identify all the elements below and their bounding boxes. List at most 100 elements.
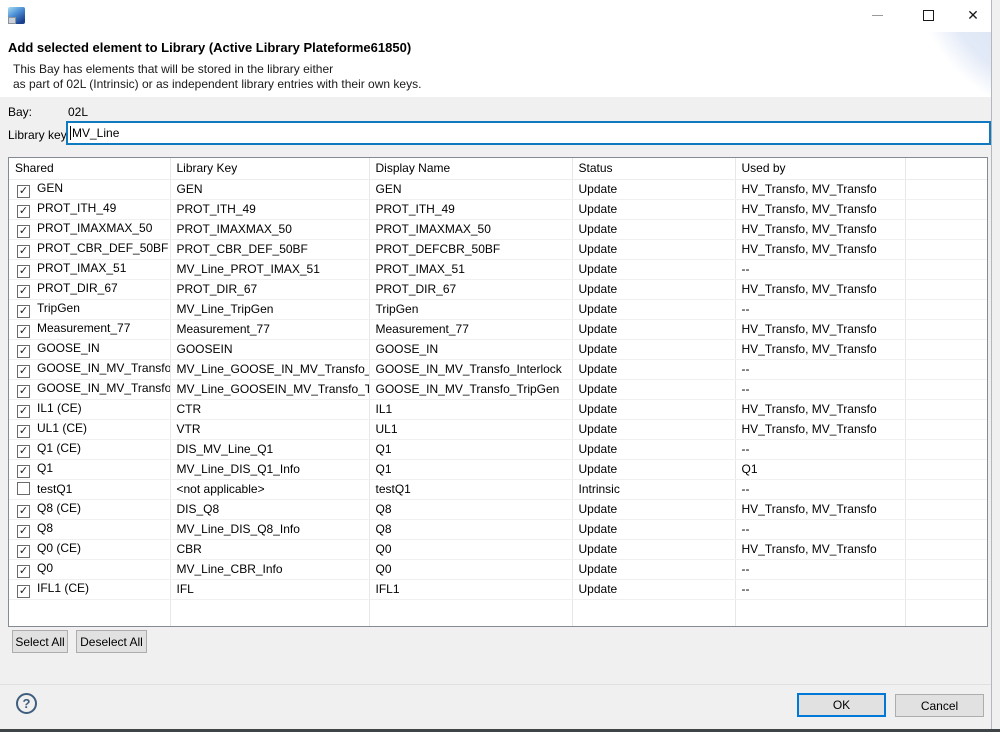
row-checkbox-checked[interactable]: ✓ — [17, 325, 30, 338]
table-row[interactable]: ✓GOOSE_IN_MV_Transfo...MV_Line_GOOSE_IN_… — [9, 359, 987, 379]
display-name-cell: IFL1 — [369, 579, 572, 599]
shared-cell: ✓ PROT_IMAX_51 — [9, 259, 170, 279]
table-row[interactable]: ✓IL1 (CE)CTRIL1UpdateHV_Transfo, MV_Tran… — [9, 399, 987, 419]
row-checkbox-checked[interactable]: ✓ — [17, 565, 30, 578]
row-checkbox-checked[interactable]: ✓ — [17, 265, 30, 278]
row-checkbox-checked[interactable]: ✓ — [17, 305, 30, 318]
row-checkbox-checked[interactable]: ✓ — [17, 225, 30, 238]
shared-label: PROT_CBR_DEF_50BF — [37, 241, 168, 255]
library-key-cell: DIS_MV_Line_Q1 — [170, 439, 369, 459]
row-checkbox-checked[interactable]: ✓ — [17, 185, 30, 198]
row-checkbox-checked[interactable]: ✓ — [17, 425, 30, 438]
row-checkbox-checked[interactable]: ✓ — [17, 505, 30, 518]
shared-label: PROT_IMAX_51 — [37, 261, 126, 275]
table-row[interactable]: ✓GOOSE_INGOOSEINGOOSE_INUpdateHV_Transfo… — [9, 339, 987, 359]
table-row[interactable]: testQ1<not applicable>testQ1Intrinsic-- — [9, 479, 987, 499]
shared-label: GOOSE_IN — [37, 341, 100, 355]
status-cell: Update — [572, 459, 735, 479]
empty-cell — [905, 359, 987, 379]
library-key-cell: CBR — [170, 539, 369, 559]
row-checkbox-checked[interactable]: ✓ — [17, 285, 30, 298]
row-checkbox-checked[interactable]: ✓ — [17, 465, 30, 478]
display-name-cell: UL1 — [369, 419, 572, 439]
ok-button[interactable]: OK — [797, 693, 886, 717]
table-row[interactable]: ✓PROT_IMAX_51MV_Line_PROT_IMAX_51PROT_IM… — [9, 259, 987, 279]
empty-cell — [905, 559, 987, 579]
row-checkbox-checked[interactable]: ✓ — [17, 385, 30, 398]
row-checkbox-checked[interactable]: ✓ — [17, 585, 30, 598]
row-checkbox-checked[interactable]: ✓ — [17, 345, 30, 358]
table-row[interactable]: ✓UL1 (CE)VTRUL1UpdateHV_Transfo, MV_Tran… — [9, 419, 987, 439]
shared-cell: ✓PROT_IMAXMAX_50 — [9, 219, 170, 239]
shared-cell: ✓PROT_ITH_49 — [9, 199, 170, 219]
table-row[interactable]: ✓Q8MV_Line_DIS_Q8_InfoQ8Update-- — [9, 519, 987, 539]
table-row[interactable]: ✓PROT_IMAXMAX_50PROT_IMAXMAX_50PROT_IMAX… — [9, 219, 987, 239]
row-checkbox-checked[interactable]: ✓ — [17, 205, 30, 218]
table-row[interactable]: ✓GENGENGENUpdateHV_Transfo, MV_Transfo — [9, 179, 987, 199]
row-checkbox-unchecked[interactable] — [17, 482, 30, 495]
library-key-cell: MV_Line_GOOSE_IN_MV_Transfo_... — [170, 359, 369, 379]
library-key-input[interactable]: MV_Line — [66, 121, 991, 145]
library-key-cell: MV_Line_CBR_Info — [170, 559, 369, 579]
col-header-empty — [905, 158, 987, 179]
empty-cell — [905, 259, 987, 279]
display-name-cell: PROT_DEFCBR_50BF — [369, 239, 572, 259]
select-all-button[interactable]: Select All — [12, 630, 68, 653]
row-checkbox-checked[interactable]: ✓ — [17, 545, 30, 558]
library-key-cell: GEN — [170, 179, 369, 199]
row-checkbox-checked[interactable]: ✓ — [17, 245, 30, 258]
shared-label: Measurement_77 — [37, 321, 130, 335]
used-by-cell: -- — [735, 559, 905, 579]
table-row[interactable]: ✓Measurement_77Measurement_77Measurement… — [9, 319, 987, 339]
table-row[interactable]: ✓Q8 (CE)DIS_Q8Q8UpdateHV_Transfo, MV_Tra… — [9, 499, 987, 519]
row-checkbox-checked[interactable]: ✓ — [17, 525, 30, 538]
col-header-shared[interactable]: Shared — [9, 158, 170, 179]
shared-cell: ✓Q1 (CE) — [9, 439, 170, 459]
table-row[interactable]: ✓Q0MV_Line_CBR_InfoQ0Update-- — [9, 559, 987, 579]
empty-cell — [905, 219, 987, 239]
status-cell: Update — [572, 259, 735, 279]
table-row[interactable]: ✓GOOSE_IN_MV_Transfo...MV_Line_GOOSEIN_M… — [9, 379, 987, 399]
empty-cell — [905, 539, 987, 559]
row-checkbox-checked[interactable]: ✓ — [17, 445, 30, 458]
shared-cell: ✓GOOSE_IN_MV_Transfo... — [9, 379, 170, 399]
table-row[interactable]: ✓PROT_ITH_49PROT_ITH_49PROT_ITH_49Update… — [9, 199, 987, 219]
col-header-library-key[interactable]: Library Key — [170, 158, 369, 179]
table-row[interactable]: ✓TripGenMV_Line_TripGenTripGenUpdate-- — [9, 299, 987, 319]
minimize-button[interactable] — [860, 0, 894, 30]
library-key-label: Library key: — [8, 128, 70, 142]
table-row[interactable]: ✓Q1 (CE)DIS_MV_Line_Q1Q1Update-- — [9, 439, 987, 459]
table-row[interactable]: ✓Q0 (CE)CBRQ0UpdateHV_Transfo, MV_Transf… — [9, 539, 987, 559]
close-button[interactable]: ✕ — [956, 0, 990, 30]
shared-cell: ✓ PROT_CBR_DEF_50BF — [9, 239, 170, 259]
maximize-button[interactable] — [911, 0, 945, 30]
table-header-row: Shared Library Key Display Name Status U… — [9, 158, 987, 179]
row-checkbox-checked[interactable]: ✓ — [17, 365, 30, 378]
row-checkbox-checked[interactable]: ✓ — [17, 405, 30, 418]
library-key-cell: GOOSEIN — [170, 339, 369, 359]
display-name-cell: TripGen — [369, 299, 572, 319]
status-cell: Update — [572, 499, 735, 519]
empty-cell — [170, 599, 369, 626]
display-name-cell: PROT_IMAXMAX_50 — [369, 219, 572, 239]
status-cell: Update — [572, 239, 735, 259]
help-button[interactable]: ? — [16, 693, 37, 714]
table-row[interactable]: ✓IFL1 (CE)IFLIFL1Update-- — [9, 579, 987, 599]
table-row[interactable]: ✓Q1MV_Line_DIS_Q1_InfoQ1UpdateQ1 — [9, 459, 987, 479]
window-right-edge — [991, 0, 1000, 732]
cancel-button[interactable]: Cancel — [895, 694, 984, 717]
empty-cell — [905, 599, 987, 626]
status-cell: Update — [572, 219, 735, 239]
display-name-cell: GEN — [369, 179, 572, 199]
table-row[interactable]: ✓ PROT_CBR_DEF_50BFPROT_CBR_DEF_50BF PROT_… — [9, 239, 987, 259]
empty-cell — [905, 399, 987, 419]
deselect-all-button[interactable]: Deselect All — [76, 630, 147, 653]
shared-label: GEN — [37, 181, 63, 195]
col-header-status[interactable]: Status — [572, 158, 735, 179]
display-name-cell: GOOSE_IN_MV_Transfo_TripGen — [369, 379, 572, 399]
used-by-cell: HV_Transfo, MV_Transfo — [735, 319, 905, 339]
empty-cell — [905, 339, 987, 359]
col-header-display-name[interactable]: Display Name — [369, 158, 572, 179]
table-row[interactable]: ✓PROT_DIR_67PROT_DIR_67PROT_DIR_67Update… — [9, 279, 987, 299]
col-header-used-by[interactable]: Used by — [735, 158, 905, 179]
